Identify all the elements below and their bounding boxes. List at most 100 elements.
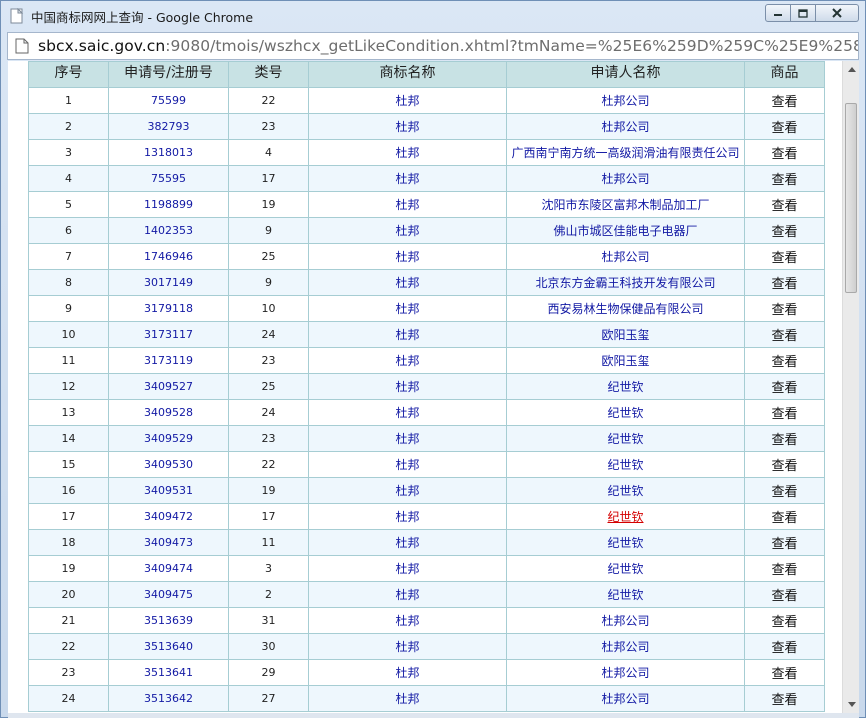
cell-reg-link[interactable]: 1198899 (108, 191, 229, 218)
title-bar[interactable]: 中国商标网网上查询 - Google Chrome (1, 1, 865, 30)
view-goods-link[interactable]: 查看 (744, 191, 825, 218)
cell-mark-link[interactable]: 杜邦 (308, 191, 507, 218)
cell-applicant-link[interactable]: 杜邦公司 (506, 607, 745, 634)
address-bar[interactable]: sbcx.saic.gov.cn:9080/tmois/wszhcx_getLi… (7, 32, 859, 60)
cell-applicant-link[interactable]: 纪世钦 (506, 373, 745, 400)
cell-reg-link[interactable]: 3173117 (108, 321, 229, 348)
cell-mark-link[interactable]: 杜邦 (308, 633, 507, 660)
cell-applicant-link[interactable]: 北京东方金霸王科技开发有限公司 (506, 269, 745, 296)
maximize-button[interactable] (791, 4, 816, 22)
minimize-button[interactable] (765, 4, 791, 22)
view-goods-link[interactable]: 查看 (744, 321, 825, 348)
view-goods-link[interactable]: 查看 (744, 685, 825, 712)
cell-applicant-link[interactable]: 纪世钦 (506, 451, 745, 478)
cell-reg-link[interactable]: 3409473 (108, 529, 229, 556)
cell-mark-link[interactable]: 杜邦 (308, 373, 507, 400)
cell-mark-link[interactable]: 杜邦 (308, 165, 507, 192)
cell-reg-link[interactable]: 1318013 (108, 139, 229, 166)
cell-reg-link[interactable]: 3409527 (108, 373, 229, 400)
scroll-thumb[interactable] (845, 103, 857, 293)
cell-reg-link[interactable]: 75595 (108, 165, 229, 192)
view-goods-link[interactable]: 查看 (744, 399, 825, 426)
cell-reg-link[interactable]: 3173119 (108, 347, 229, 374)
cell-applicant-link[interactable]: 纪世钦 (506, 425, 745, 452)
cell-reg-link[interactable]: 3409529 (108, 425, 229, 452)
hovered-applicant-text[interactable]: 纪世钦 (607, 510, 643, 524)
view-goods-link[interactable]: 查看 (744, 659, 825, 686)
view-goods-link[interactable]: 查看 (744, 529, 825, 556)
view-goods-link[interactable]: 查看 (744, 243, 825, 270)
cell-mark-link[interactable]: 杜邦 (308, 243, 507, 270)
cell-applicant-link[interactable]: 欧阳玉玺 (506, 321, 745, 348)
view-goods-link[interactable]: 查看 (744, 555, 825, 582)
vertical-scrollbar[interactable] (842, 61, 859, 713)
cell-mark-link[interactable]: 杜邦 (308, 295, 507, 322)
cell-reg-link[interactable]: 3409475 (108, 581, 229, 608)
cell-reg-link[interactable]: 3409474 (108, 555, 229, 582)
cell-mark-link[interactable]: 杜邦 (308, 659, 507, 686)
cell-reg-link[interactable]: 3513639 (108, 607, 229, 634)
cell-reg-link[interactable]: 1402353 (108, 217, 229, 244)
view-goods-link[interactable]: 查看 (744, 165, 825, 192)
cell-mark-link[interactable]: 杜邦 (308, 425, 507, 452)
cell-reg-link[interactable]: 3409528 (108, 399, 229, 426)
cell-applicant-link[interactable]: 纪世钦 (506, 399, 745, 426)
cell-reg-link[interactable]: 3409531 (108, 477, 229, 504)
view-goods-link[interactable]: 查看 (744, 503, 825, 530)
cell-mark-link[interactable]: 杜邦 (308, 581, 507, 608)
cell-applicant-link[interactable]: 杜邦公司 (506, 87, 745, 114)
view-goods-link[interactable]: 查看 (744, 607, 825, 634)
cell-applicant-link[interactable]: 纪世钦 (506, 477, 745, 504)
cell-reg-link[interactable]: 3513640 (108, 633, 229, 660)
cell-mark-link[interactable]: 杜邦 (308, 477, 507, 504)
cell-mark-link[interactable]: 杜邦 (308, 503, 507, 530)
view-goods-link[interactable]: 查看 (744, 295, 825, 322)
view-goods-link[interactable]: 查看 (744, 87, 825, 114)
cell-mark-link[interactable]: 杜邦 (308, 347, 507, 374)
cell-applicant-link[interactable]: 沈阳市东陵区富邦木制品加工厂 (506, 191, 745, 218)
cell-applicant-link[interactable]: 西安易林生物保健品有限公司 (506, 295, 745, 322)
cell-reg-link[interactable]: 3179118 (108, 295, 229, 322)
view-goods-link[interactable]: 查看 (744, 633, 825, 660)
cell-mark-link[interactable]: 杜邦 (308, 685, 507, 712)
view-goods-link[interactable]: 查看 (744, 477, 825, 504)
cell-applicant-link[interactable]: 纪世钦 (506, 555, 745, 582)
close-button[interactable] (816, 4, 859, 22)
scroll-up-button[interactable] (843, 61, 860, 78)
cell-reg-link[interactable]: 382793 (108, 113, 229, 140)
cell-applicant-link[interactable]: 佛山市城区佳能电子电器厂 (506, 217, 745, 244)
view-goods-link[interactable]: 查看 (744, 373, 825, 400)
scroll-down-button[interactable] (843, 696, 860, 713)
view-goods-link[interactable]: 查看 (744, 581, 825, 608)
cell-mark-link[interactable]: 杜邦 (308, 399, 507, 426)
cell-applicant-link[interactable]: 杜邦公司 (506, 113, 745, 140)
view-goods-link[interactable]: 查看 (744, 217, 825, 244)
cell-mark-link[interactable]: 杜邦 (308, 87, 507, 114)
cell-applicant-link[interactable]: 欧阳玉玺 (506, 347, 745, 374)
cell-mark-link[interactable]: 杜邦 (308, 555, 507, 582)
cell-applicant-link[interactable]: 纪世钦 (506, 581, 745, 608)
cell-reg-link[interactable]: 75599 (108, 87, 229, 114)
cell-mark-link[interactable]: 杜邦 (308, 451, 507, 478)
cell-mark-link[interactable]: 杜邦 (308, 607, 507, 634)
cell-reg-link[interactable]: 3409472 (108, 503, 229, 530)
cell-mark-link[interactable]: 杜邦 (308, 217, 507, 244)
view-goods-link[interactable]: 查看 (744, 113, 825, 140)
cell-applicant-link-hovered[interactable]: 纪世钦 (506, 503, 745, 530)
cell-applicant-link[interactable]: 广西南宁南方统一高级润滑油有限责任公司 (506, 139, 745, 166)
cell-applicant-link[interactable]: 纪世钦 (506, 529, 745, 556)
view-goods-link[interactable]: 查看 (744, 139, 825, 166)
url-text[interactable]: sbcx.saic.gov.cn:9080/tmois/wszhcx_getLi… (38, 37, 858, 55)
cell-reg-link[interactable]: 3409530 (108, 451, 229, 478)
cell-applicant-link[interactable]: 杜邦公司 (506, 243, 745, 270)
cell-applicant-link[interactable]: 杜邦公司 (506, 685, 745, 712)
cell-mark-link[interactable]: 杜邦 (308, 139, 507, 166)
view-goods-link[interactable]: 查看 (744, 425, 825, 452)
cell-reg-link[interactable]: 3513642 (108, 685, 229, 712)
cell-applicant-link[interactable]: 杜邦公司 (506, 633, 745, 660)
cell-mark-link[interactable]: 杜邦 (308, 529, 507, 556)
cell-mark-link[interactable]: 杜邦 (308, 113, 507, 140)
view-goods-link[interactable]: 查看 (744, 451, 825, 478)
cell-mark-link[interactable]: 杜邦 (308, 321, 507, 348)
view-goods-link[interactable]: 查看 (744, 347, 825, 374)
